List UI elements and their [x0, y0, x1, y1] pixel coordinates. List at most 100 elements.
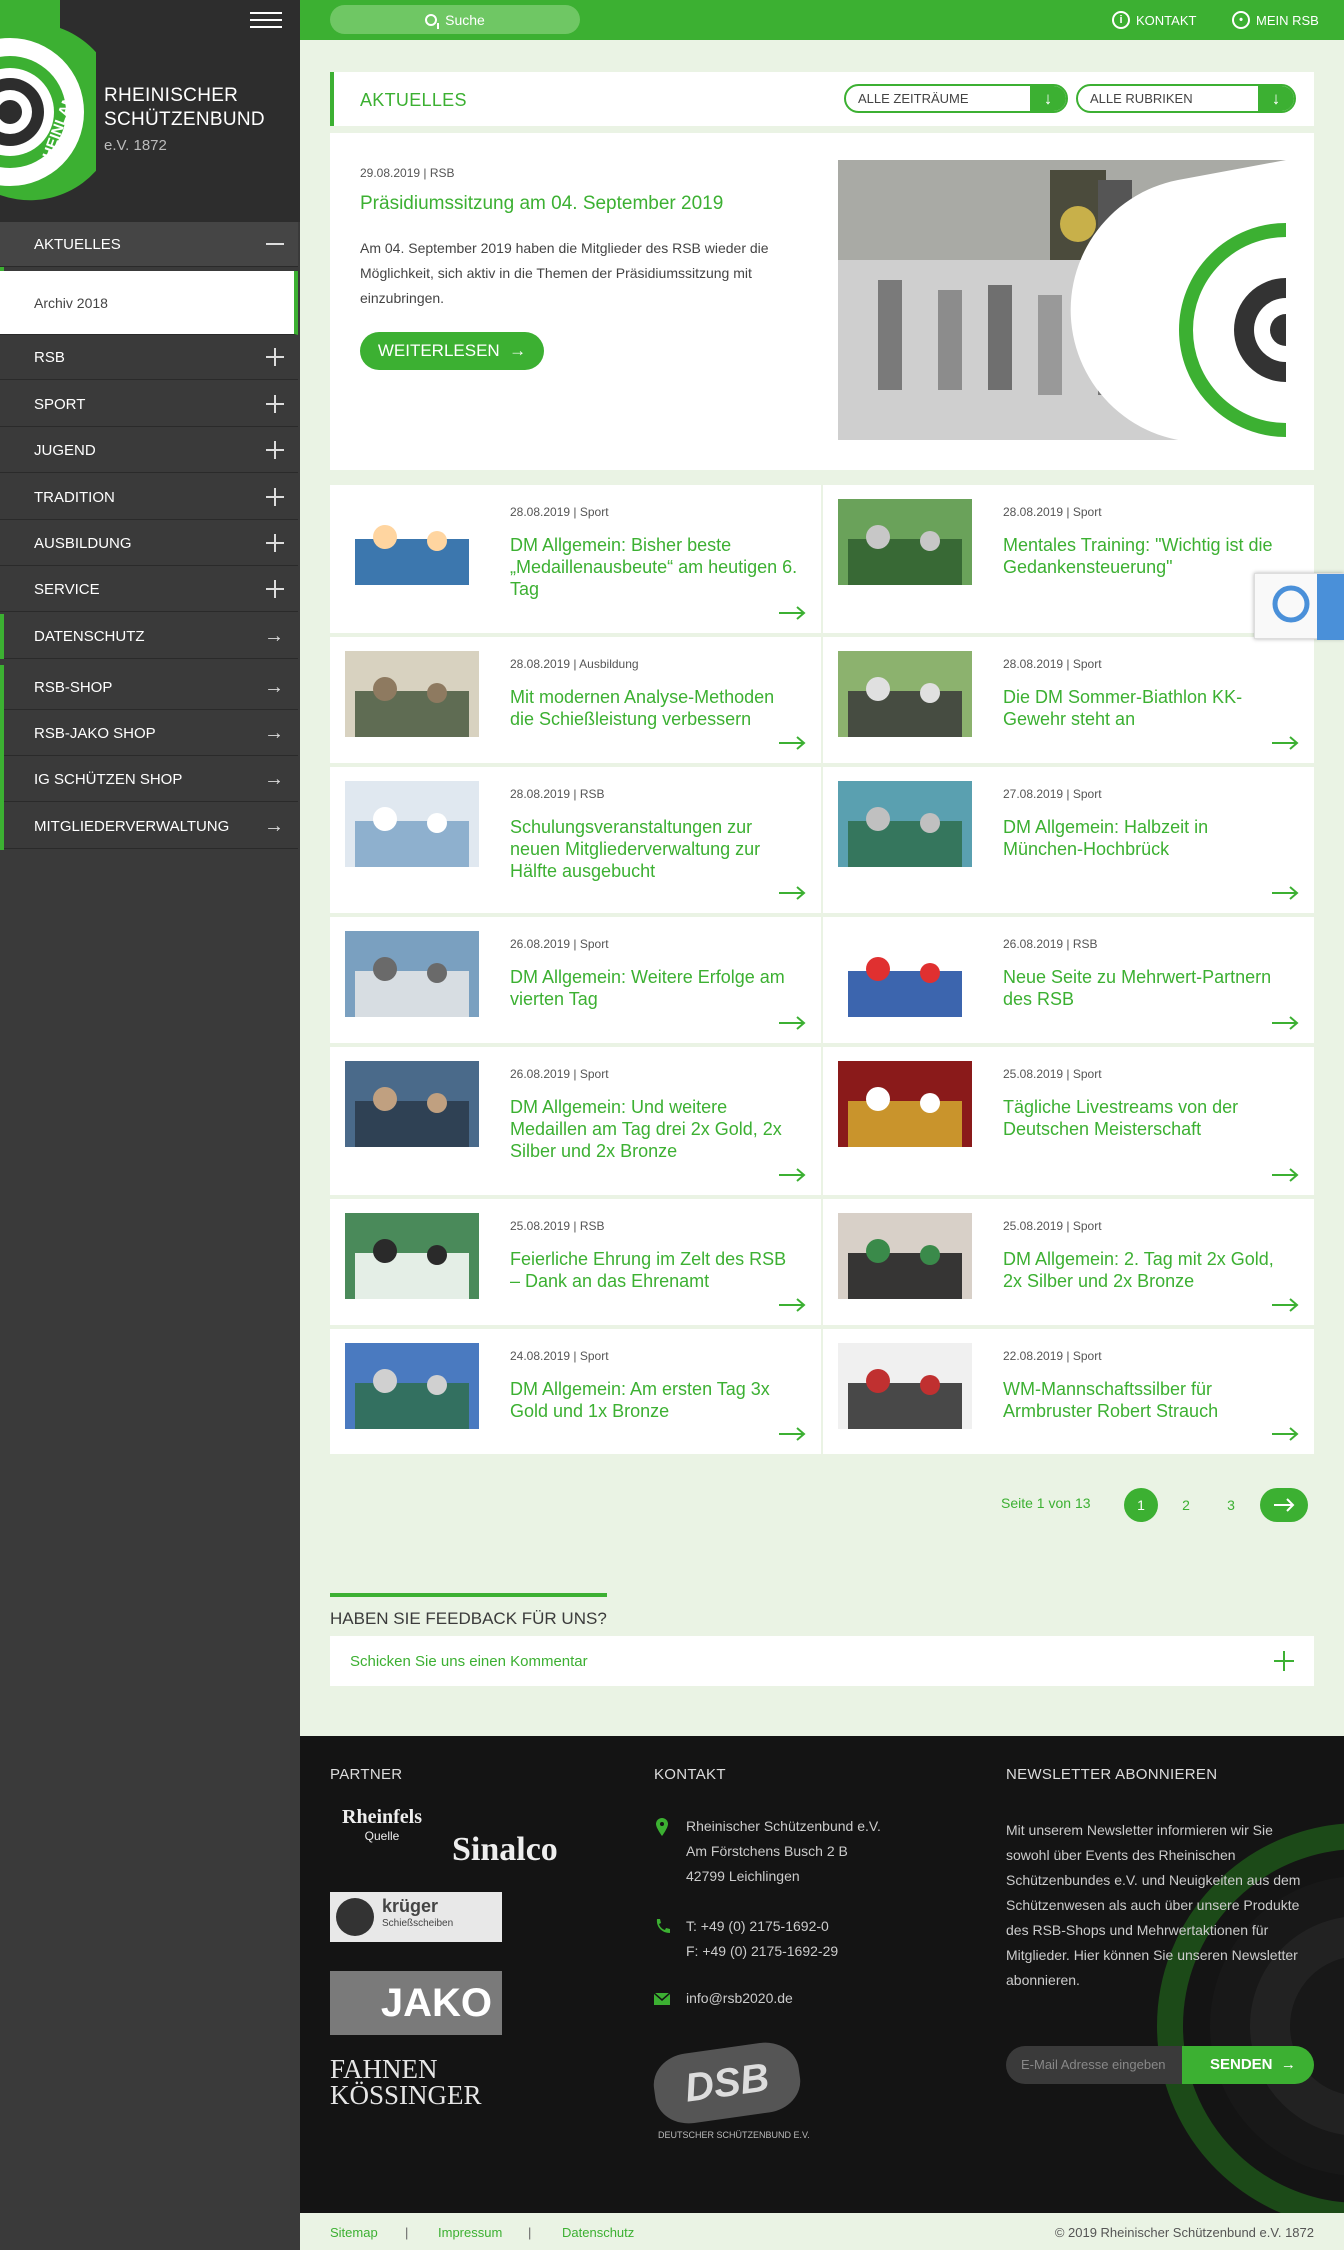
- rheinfels-logo[interactable]: Rheinfels Quelle: [342, 1806, 422, 1843]
- menu-icon[interactable]: [250, 12, 282, 32]
- marker: [0, 614, 4, 659]
- news-card[interactable]: 28.08.2019 | Sport DM Allgemein: Bisher b…: [330, 485, 821, 633]
- weiterlesen-button[interactable]: WEITERLESEN →: [360, 332, 544, 370]
- email-link[interactable]: info@rsb2020.de: [686, 1986, 793, 2011]
- news-card[interactable]: 25.08.2019 | Sport Tägliche Livestreams v…: [823, 1047, 1314, 1195]
- brand[interactable]: RHEINLAND RHEINISCHER SCHÜTZENBUND e.V. 1…: [0, 0, 300, 222]
- arrow-right-icon[interactable]: [1270, 885, 1300, 901]
- nav-item-service[interactable]: SERVICE: [0, 567, 298, 612]
- send-button[interactable]: SENDEN →: [1182, 2046, 1314, 2084]
- page-3[interactable]: 3: [1214, 1488, 1248, 1522]
- article-title[interactable]: Präsidiumssitzung am 04. September 2019: [360, 193, 723, 215]
- news-title[interactable]: Die DM Sommer-Biathlon KK-Gewehr steht a…: [1003, 686, 1293, 730]
- arrow-right-icon[interactable]: [1270, 1426, 1300, 1442]
- news-title[interactable]: DM Allgemein: Am ersten Tag 3x Gold und …: [510, 1378, 800, 1422]
- arrow-right-icon[interactable]: [777, 1297, 807, 1313]
- impressum-link[interactable]: Impressum: [438, 2225, 502, 2240]
- nav-item-sport[interactable]: SPORT: [0, 382, 298, 427]
- news-card[interactable]: 25.08.2019 | Sport DM Allgemein: 2. Tag m…: [823, 1199, 1314, 1325]
- filter-zeitraum[interactable]: ALLE ZEITRÄUME ↓: [844, 84, 1068, 113]
- arrow-right-icon[interactable]: [777, 735, 807, 751]
- dsb-logo[interactable]: DSB DEUTSCHER SCHÜTZENBUND E.V.: [649, 2038, 810, 2148]
- arrow-right-icon[interactable]: [777, 885, 807, 901]
- page-1[interactable]: 1: [1124, 1488, 1158, 1522]
- arrow-right-icon[interactable]: [777, 1015, 807, 1031]
- news-title[interactable]: DM Allgemein: Weitere Erfolge am vierten…: [510, 966, 800, 1010]
- news-card[interactable]: 22.08.2019 | Sport WM-Mannschaftssilber f…: [823, 1329, 1314, 1454]
- news-thumbnail[interactable]: [345, 931, 479, 1017]
- feedback-toggle[interactable]: Schicken Sie uns einen Kommentar: [330, 1636, 1314, 1686]
- arrow-right-icon[interactable]: [1270, 735, 1300, 751]
- tel[interactable]: T: +49 (0) 2175-1692-0: [686, 1914, 838, 1939]
- kontakt-link[interactable]: i KONTAKT: [1112, 0, 1196, 40]
- news-card[interactable]: 28.08.2019 | Ausbildung Mit modernen Anal…: [330, 637, 821, 763]
- news-card[interactable]: 27.08.2019 | Sport DM Allgemein: Halbzeit…: [823, 767, 1314, 913]
- arrow-right-icon[interactable]: [777, 605, 807, 621]
- news-card[interactable]: 26.08.2019 | Sport DM Allgemein: Und weit…: [330, 1047, 821, 1195]
- newsletter-email-input[interactable]: E-Mail Adresse eingeben: [1006, 2046, 1182, 2084]
- news-card[interactable]: 28.08.2019 | Sport Mentales Training: "Wi…: [823, 485, 1314, 633]
- news-card[interactable]: 24.08.2019 | Sport DM Allgemein: Am erste…: [330, 1329, 821, 1454]
- news-title[interactable]: DM Allgemein: 2. Tag mit 2x Gold, 2x Sil…: [1003, 1248, 1293, 1292]
- filter-rubrik[interactable]: ALLE RUBRIKEN ↓: [1076, 84, 1296, 113]
- jako-logo[interactable]: JAKO: [330, 1971, 502, 2035]
- nav-item-tradition[interactable]: TRADITION: [0, 475, 298, 520]
- news-title[interactable]: DM Allgemein: Halbzeit in München-Hochbr…: [1003, 816, 1293, 860]
- news-title[interactable]: DM Allgemein: Und weitere Medaillen am T…: [510, 1096, 800, 1162]
- krueger-logo[interactable]: krüger Schießscheiben: [330, 1892, 502, 1942]
- arrow-right-icon[interactable]: [1270, 1167, 1300, 1183]
- news-thumbnail[interactable]: [345, 1061, 479, 1147]
- page-2[interactable]: 2: [1169, 1488, 1203, 1522]
- next-page-button[interactable]: [1260, 1488, 1308, 1522]
- news-card[interactable]: 26.08.2019 | RSB Neue Seite zu Mehrwert-P…: [823, 917, 1314, 1043]
- datenschutz-link[interactable]: Datenschutz: [562, 2225, 634, 2240]
- news-title[interactable]: Feierliche Ehrung im Zelt des RSB – Dank…: [510, 1248, 800, 1292]
- nav-item-ausbildung[interactable]: AUSBILDUNG: [0, 521, 298, 566]
- news-title[interactable]: WM-Mannschaftssilber für Armbruster Robe…: [1003, 1378, 1293, 1422]
- news-title[interactable]: Mentales Training: "Wichtig ist die Geda…: [1003, 534, 1293, 578]
- arrow-right-icon[interactable]: [1270, 1015, 1300, 1031]
- nav-item-jugend[interactable]: JUGEND: [0, 428, 298, 473]
- news-title[interactable]: Mit modernen Analyse-Methoden die Schieß…: [510, 686, 800, 730]
- news-thumbnail[interactable]: [838, 499, 972, 585]
- nav-item-rsb[interactable]: RSB: [0, 335, 298, 380]
- sinalco-logo[interactable]: Sinalco: [452, 1831, 558, 1869]
- fahnen-koessinger-logo[interactable]: FAHNEN KÖSSINGER: [330, 2056, 482, 2109]
- news-thumbnail[interactable]: [838, 931, 972, 1017]
- news-title[interactable]: Tägliche Livestreams von der Deutschen M…: [1003, 1096, 1293, 1140]
- arrow-right-icon[interactable]: [777, 1426, 807, 1442]
- recaptcha-badge[interactable]: [1254, 573, 1344, 640]
- nav-item-datenschutz[interactable]: DATENSCHUTZ →: [0, 614, 298, 659]
- news-thumbnail[interactable]: [838, 651, 972, 737]
- news-thumbnail[interactable]: [345, 499, 479, 585]
- news-thumbnail[interactable]: [838, 1343, 972, 1429]
- news-title[interactable]: Schulungsveranstaltungen zur neuen Mitgl…: [510, 816, 800, 882]
- news-thumbnail[interactable]: [345, 1213, 479, 1299]
- arrow-right-icon[interactable]: [777, 1167, 807, 1183]
- nav-item-archiv[interactable]: Archiv 2018: [0, 271, 298, 335]
- news-card[interactable]: 28.08.2019 | Sport Die DM Sommer-Biathlon…: [823, 637, 1314, 763]
- news-thumbnail[interactable]: [345, 1343, 479, 1429]
- nav-item-ig-shop[interactable]: IG SCHÜTZEN SHOP →: [0, 757, 298, 802]
- news-title[interactable]: Neue Seite zu Mehrwert-Partnern des RSB: [1003, 966, 1293, 1010]
- news-thumbnail[interactable]: [838, 781, 972, 867]
- sitemap-link[interactable]: Sitemap: [330, 2225, 378, 2240]
- nav-item-aktuelles[interactable]: AKTUELLES: [0, 222, 298, 267]
- news-title[interactable]: DM Allgemein: Bisher beste „Medaillenaus…: [510, 534, 800, 600]
- nav-item-mitglieder[interactable]: MITGLIEDERVERWALTUNG →: [0, 804, 298, 849]
- nav-item-rsb-shop[interactable]: RSB-SHOP →: [0, 665, 298, 710]
- arrow-right-icon[interactable]: [1270, 1297, 1300, 1313]
- news-card[interactable]: 25.08.2019 | RSB Feierliche Ehrung im Zel…: [330, 1199, 821, 1325]
- news-thumbnail[interactable]: [345, 781, 479, 867]
- featured-image[interactable]: [838, 160, 1286, 440]
- news-card[interactable]: 28.08.2019 | RSB Schulungsveranstaltungen…: [330, 767, 821, 913]
- news-thumbnail[interactable]: [345, 651, 479, 737]
- news-thumbnail[interactable]: [838, 1213, 972, 1299]
- news-thumbnail[interactable]: [838, 1061, 972, 1147]
- mein-rsb-link[interactable]: • MEIN RSB: [1232, 0, 1319, 40]
- search-input[interactable]: Suche: [330, 5, 580, 34]
- news-card[interactable]: 26.08.2019 | Sport DM Allgemein: Weitere …: [330, 917, 821, 1043]
- news-meta: 27.08.2019 | Sport: [1003, 787, 1102, 801]
- news-meta: 28.08.2019 | Ausbildung: [510, 657, 639, 671]
- nav-item-jako-shop[interactable]: RSB-JAKO SHOP →: [0, 711, 298, 756]
